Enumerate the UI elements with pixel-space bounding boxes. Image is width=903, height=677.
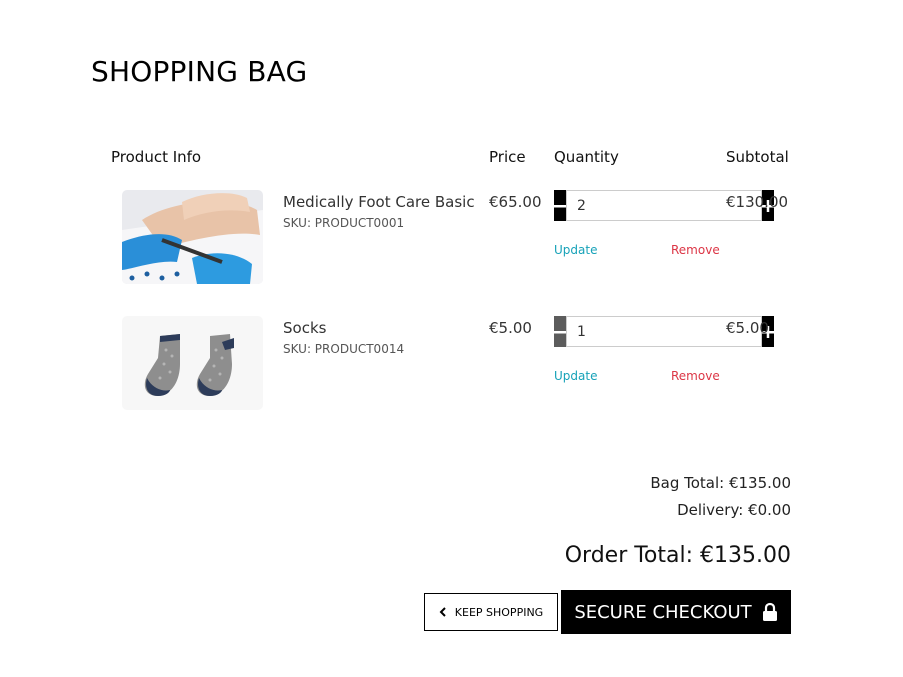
column-header-quantity: Quantity xyxy=(554,148,619,166)
delivery-cost: Delivery: €0.00 xyxy=(677,501,791,519)
decrement-button[interactable] xyxy=(554,316,566,347)
order-total: Order Total: €135.00 xyxy=(564,543,791,568)
lock-icon xyxy=(762,602,777,621)
product-image-socks[interactable] xyxy=(122,316,263,410)
decrement-button[interactable] xyxy=(554,190,566,221)
column-header-product-info: Product Info xyxy=(111,148,202,166)
minus-icon xyxy=(554,330,566,333)
update-link[interactable]: Update xyxy=(554,243,597,257)
keep-shopping-button[interactable]: KEEP SHOPPING xyxy=(424,593,558,631)
remove-link[interactable]: Remove xyxy=(671,243,720,257)
keep-shopping-label: KEEP SHOPPING xyxy=(454,605,544,619)
column-header-subtotal: Subtotal xyxy=(726,148,789,166)
product-sku: SKU: PRODUCT0001 xyxy=(283,216,405,230)
socks-photo xyxy=(122,316,263,410)
chevron-left-icon xyxy=(439,607,446,617)
quantity-stepper xyxy=(554,316,774,347)
secure-checkout-button[interactable]: SECURE CHECKOUT xyxy=(561,590,791,634)
bag-total: Bag Total: €135.00 xyxy=(650,474,791,492)
product-subtotal: €130.00 xyxy=(726,193,789,211)
product-price: €5.00 xyxy=(489,319,532,337)
column-header-price: Price xyxy=(489,148,526,166)
minus-icon xyxy=(554,204,566,207)
foot-care-photo xyxy=(122,190,263,284)
product-sku: SKU: PRODUCT0014 xyxy=(283,342,405,356)
remove-link[interactable]: Remove xyxy=(671,369,720,383)
product-image-foot-care[interactable] xyxy=(122,190,263,284)
product-subtotal: €5.00 xyxy=(726,319,769,337)
update-link[interactable]: Update xyxy=(554,369,597,383)
product-name[interactable]: Medically Foot Care Basic xyxy=(283,193,475,211)
product-name[interactable]: Socks xyxy=(283,319,326,337)
page-title: SHOPPING BAG xyxy=(91,55,308,88)
secure-checkout-label: SECURE CHECKOUT xyxy=(574,601,752,623)
product-price: €65.00 xyxy=(489,193,542,211)
quantity-stepper xyxy=(554,190,774,221)
